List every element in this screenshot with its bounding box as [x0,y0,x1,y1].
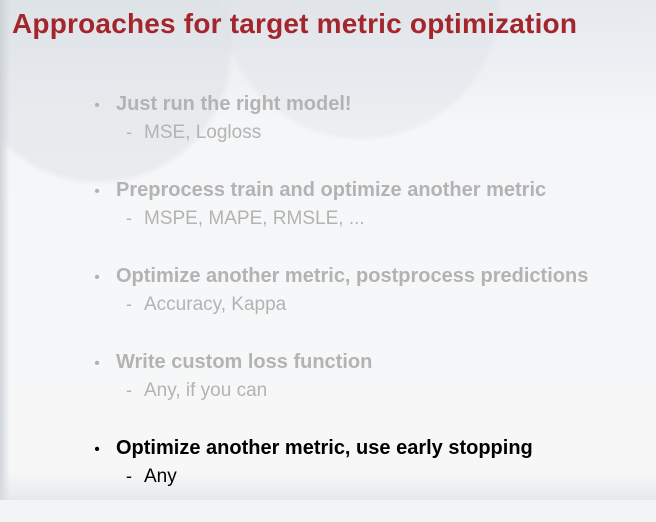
item-detail: Any, if you can [144,380,268,401]
dash-icon: - [126,122,132,142]
bullet-icon: • [94,183,100,200]
item-subline: - Any [126,464,648,489]
bullet-icon: • [94,441,100,458]
dash-icon: - [126,294,132,314]
slide-title: Approaches for target metric optimizatio… [12,8,578,39]
list-item-postprocess-predictions: • Optimize another metric, postprocess p… [88,264,648,350]
item-heading: Preprocess train and optimize another me… [116,179,547,201]
dash-icon: - [126,466,132,486]
item-detail: MSE, Logloss [144,122,262,143]
item-heading: Optimize another metric, postprocess pre… [116,265,589,287]
dash-icon: - [126,208,132,228]
item-subline: - Accuracy, Kappa [126,292,648,317]
item-heading: Write custom loss function [116,351,373,373]
approaches-list: • Just run the right model! - MSE, Loglo… [88,92,648,522]
bullet-icon: • [94,269,100,286]
item-detail: MSPE, MAPE, RMSLE, ... [144,208,365,229]
item-header: • Write custom loss function [88,350,648,376]
item-subline: - MSE, Logloss [126,120,648,145]
item-subline: - MSPE, MAPE, RMSLE, ... [126,206,648,231]
list-item-preprocess-train: • Preprocess train and optimize another … [88,178,648,264]
item-heading: Optimize another metric, use early stopp… [116,437,533,459]
item-header: • Optimize another metric, use early sto… [88,436,648,462]
left-frame-decoration [0,0,10,500]
item-header: • Preprocess train and optimize another … [88,178,648,204]
item-header: • Optimize another metric, postprocess p… [88,264,648,290]
item-detail: Any [144,466,177,487]
dash-icon: - [126,380,132,400]
item-detail: Accuracy, Kappa [144,294,287,315]
list-item-just-run-right-model: • Just run the right model! - MSE, Loglo… [88,92,648,178]
bullet-icon: • [94,355,100,372]
bullet-icon: • [94,97,100,114]
list-item-early-stopping: • Optimize another metric, use early sto… [88,436,648,522]
item-header: • Just run the right model! [88,92,648,118]
item-heading: Just run the right model! [116,93,352,115]
list-item-custom-loss: • Write custom loss function - Any, if y… [88,350,648,436]
item-subline: - Any, if you can [126,378,648,403]
